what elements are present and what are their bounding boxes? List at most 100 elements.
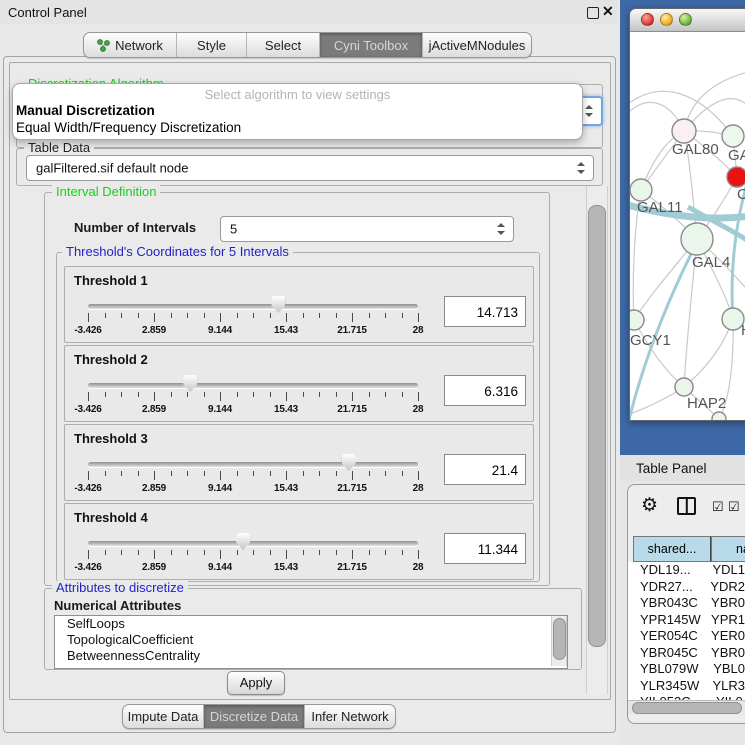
attribute-item-selfloops[interactable]: SelfLoops — [55, 616, 567, 632]
number-of-intervals-combo[interactable]: 5 — [220, 216, 514, 242]
node-red[interactable] — [727, 167, 745, 187]
slider-handle[interactable] — [342, 454, 356, 471]
threshold-value-field[interactable]: 6.316 — [444, 375, 526, 406]
minor-tick — [253, 313, 254, 318]
slider-handle[interactable] — [271, 296, 285, 313]
node-label-h: H — [741, 322, 745, 339]
algorithm-dropdown-popup: Select algorithm to view settings Manual… — [12, 83, 583, 140]
node-gal11[interactable] — [630, 179, 652, 201]
table-row[interactable]: YDL19...YDL1 — [628, 562, 745, 579]
dropdown-item-manual-discretization[interactable]: Manual Discretization — [13, 102, 582, 119]
table-row[interactable]: YBR043CYBR0 — [628, 595, 745, 612]
tick-label: 28 — [396, 483, 440, 494]
tab-infer-network[interactable]: Infer Network — [305, 705, 395, 728]
node-gal80[interactable] — [672, 119, 696, 143]
threshold-value-field[interactable]: 21.4 — [444, 454, 526, 485]
zoom-traffic-light-icon[interactable] — [679, 13, 692, 26]
slider-track[interactable] — [88, 383, 418, 388]
table-panel-title: Table Panel — [636, 461, 707, 476]
table-row[interactable]: YBL079WYBL0 — [628, 661, 745, 678]
table-cell[interactable]: YBL0 — [707, 661, 745, 678]
minor-tick — [270, 550, 271, 555]
attributes-scrollbar-thumb[interactable] — [553, 618, 566, 660]
minor-tick — [303, 313, 304, 318]
slider-track[interactable] — [88, 541, 418, 546]
number-of-intervals-label: Number of Intervals — [74, 220, 196, 235]
close-traffic-light-icon[interactable] — [641, 13, 654, 26]
gear-icon[interactable]: ⚙ — [641, 495, 658, 517]
main-scrollbar-thumb[interactable] — [588, 205, 606, 647]
threshold-value-field[interactable]: 14.713 — [444, 296, 526, 327]
tab-network[interactable]: Network — [84, 33, 177, 57]
close-icon[interactable]: ✕ — [602, 3, 614, 20]
table-cell[interactable]: YER0 — [705, 628, 745, 645]
table-hscrollbar-thumb[interactable] — [632, 702, 742, 714]
threshold-value-field[interactable]: 11.344 — [444, 533, 526, 564]
split-columns-icon[interactable] — [677, 497, 696, 515]
table-row[interactable]: YBR045CYBR0 — [628, 645, 745, 662]
table-cell[interactable]: YDR27... — [628, 579, 704, 596]
node-hap2[interactable] — [675, 378, 693, 396]
tab-impute-data[interactable]: Impute Data — [123, 705, 204, 728]
table-cell[interactable]: YLR345W — [628, 678, 706, 695]
checkbox-icon[interactable]: ☑ — [728, 499, 740, 515]
node-small-bottom[interactable] — [712, 412, 726, 420]
minor-tick — [187, 550, 188, 555]
table-row[interactable]: YDR27...YDR2 — [628, 579, 745, 596]
main-scrollbar[interactable] — [586, 186, 608, 694]
network-canvas[interactable]: GAL80GACGAL11GAL4GCY1HHAP2 — [630, 32, 745, 420]
slider-handle[interactable] — [183, 375, 197, 392]
tab-jactivemnodules[interactable]: jActiveMNodules — [423, 33, 531, 57]
table-cell[interactable]: YPR145W — [628, 612, 705, 629]
apply-button[interactable]: Apply — [227, 671, 285, 695]
table-cell[interactable]: YDL19... — [628, 562, 706, 579]
minor-tick — [121, 471, 122, 476]
float-window-icon[interactable] — [587, 7, 599, 19]
minor-tick — [105, 471, 106, 476]
table-cell[interactable]: YPR1 — [705, 612, 745, 629]
table-cell[interactable]: YBR043C — [628, 595, 705, 612]
attribute-item-betweennesscentrality[interactable]: BetweennessCentrality — [55, 648, 567, 664]
table-cell[interactable]: YBR0 — [705, 595, 745, 612]
node-gal4[interactable] — [681, 223, 713, 255]
slider-track[interactable] — [88, 462, 418, 467]
numerical-attributes-list[interactable]: SelfLoopsTopologicalCoefficientBetweenne… — [54, 615, 568, 669]
network-window-titlebar[interactable] — [630, 9, 745, 32]
minor-tick — [105, 313, 106, 318]
attribute-item-topologicalcoefficient[interactable]: TopologicalCoefficient — [55, 632, 567, 648]
tab-style[interactable]: Style — [177, 33, 247, 57]
table-cell[interactable]: YLR3 — [706, 678, 745, 695]
tick-label: 21.715 — [330, 404, 374, 415]
table-cell[interactable]: YDR2 — [704, 579, 745, 596]
table-row[interactable]: YER054CYER0 — [628, 628, 745, 645]
tab-cyni-toolbox[interactable]: Cyni Toolbox — [320, 33, 423, 57]
slider-track[interactable] — [88, 304, 418, 309]
node-top-green[interactable] — [722, 125, 744, 147]
table-cell[interactable]: YBR0 — [705, 645, 745, 662]
node-table[interactable]: YDL19...YDL1YDR27...YDR2YBR043CYBR0YPR14… — [628, 562, 745, 700]
table-row[interactable]: YLR345WYLR3 — [628, 678, 745, 695]
table-cell[interactable]: YBL079W — [628, 661, 707, 678]
minor-tick — [385, 313, 386, 318]
minor-tick — [385, 550, 386, 555]
table-row[interactable]: YPR145WYPR1 — [628, 612, 745, 629]
table-cell[interactable]: YDL1 — [706, 562, 745, 579]
tab-discretize-data[interactable]: Discretize Data — [204, 705, 305, 728]
table-cell[interactable]: YER054C — [628, 628, 705, 645]
node-label-hap2: HAP2 — [687, 395, 726, 412]
minimize-traffic-light-icon[interactable] — [660, 13, 673, 26]
tick-label: 9.144 — [198, 404, 242, 415]
column-header-name[interactable]: na — [711, 536, 745, 562]
minor-tick — [336, 313, 337, 318]
checkbox-icon[interactable]: ☑ — [712, 499, 724, 515]
slider-handle[interactable] — [236, 533, 250, 550]
node-gcy1[interactable] — [630, 310, 644, 330]
threshold-panel-4: Threshold 4-3.4262.8599.14415.4321.71528… — [64, 503, 534, 580]
attributes-list-scrollbar[interactable] — [551, 616, 567, 666]
network-view-window[interactable]: GAL80GACGAL11GAL4GCY1HHAP2 — [629, 8, 745, 421]
tab-select[interactable]: Select — [247, 33, 320, 57]
column-header-shared-name[interactable]: shared... — [633, 536, 711, 562]
dropdown-item-equal-width-frequency[interactable]: Equal Width/Frequency Discretization — [13, 119, 582, 136]
table-cell[interactable]: YBR045C — [628, 645, 705, 662]
table-data-combo[interactable]: galFiltered.sif default node — [26, 155, 594, 181]
